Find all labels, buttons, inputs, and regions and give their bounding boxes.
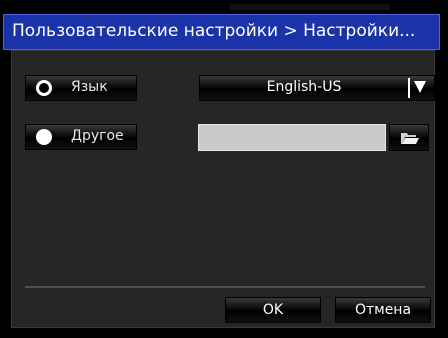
other-option[interactable]: Другое [25, 124, 137, 150]
ok-button[interactable]: OK [225, 297, 321, 323]
titlebar-shadow [230, 4, 390, 10]
other-radio[interactable] [36, 129, 52, 145]
footer-divider [25, 286, 425, 288]
chevron-down-icon[interactable] [414, 81, 426, 93]
folder-open-icon [401, 133, 419, 144]
language-option[interactable]: Язык [25, 75, 137, 101]
language-select-value: English-US [266, 79, 342, 95]
language-select[interactable]: English-US [199, 75, 435, 101]
language-label: Язык [71, 79, 108, 95]
title-bar: Пользовательские настройки > Настройки..… [3, 14, 440, 50]
other-label: Другое [71, 128, 124, 144]
settings-dialog: Пользовательские настройки > Настройки..… [0, 0, 448, 338]
language-radio[interactable] [36, 80, 52, 96]
dialog-title: Пользовательские настройки > Настройки..… [12, 21, 416, 41]
dropdown-separator [408, 78, 410, 98]
browse-folder-button[interactable] [389, 124, 429, 151]
other-path-input[interactable] [198, 124, 386, 151]
settings-panel: Язык English-US Другое OK Отмена [11, 50, 435, 328]
cancel-button[interactable]: Отмена [335, 297, 431, 323]
